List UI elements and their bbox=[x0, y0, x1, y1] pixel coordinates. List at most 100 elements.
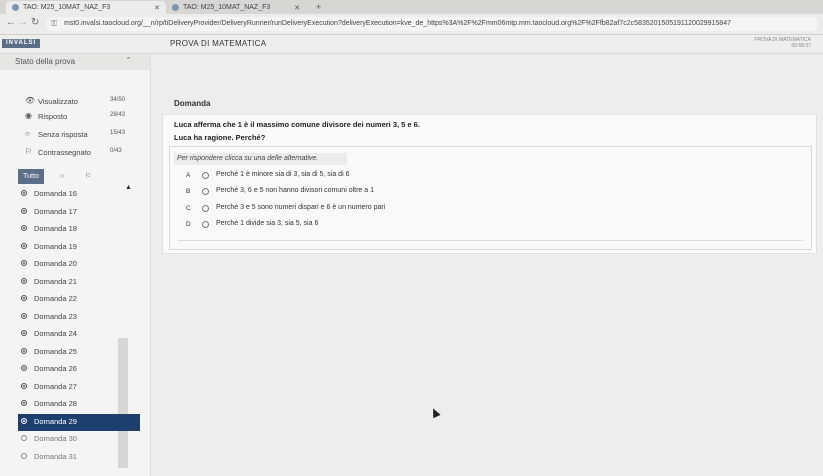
option-text: Perché 3, 6 e 5 non hanno divisori comun… bbox=[216, 187, 374, 194]
answered-icon bbox=[21, 242, 27, 249]
question-list-item[interactable]: Domanda 31 bbox=[18, 449, 140, 466]
question-list-label: Domanda 23 bbox=[34, 311, 77, 321]
test-status-header[interactable]: Stato della prova ⌃ bbox=[0, 54, 150, 70]
answered-icon: ◉ bbox=[25, 111, 32, 120]
option-letter: A bbox=[186, 172, 191, 179]
stat-value: 0/43 bbox=[110, 148, 122, 154]
browser-tab-active[interactable]: TAO: M25_10MAT_NAZ_F3 ✕ bbox=[6, 1, 166, 14]
new-tab-button[interactable]: + bbox=[316, 2, 321, 12]
option-b[interactable]: B Perché 3, 6 e 5 non hanno divisori com… bbox=[186, 185, 786, 199]
filter-unanswered-icon[interactable]: ○ bbox=[54, 169, 70, 184]
option-letter: D bbox=[186, 221, 191, 228]
option-text: Perché 1 divide sia 3, sia 5, sia 6 bbox=[216, 220, 319, 227]
flag-icon: ⚐ bbox=[25, 147, 33, 156]
answered-icon bbox=[21, 312, 27, 319]
divider bbox=[178, 240, 803, 241]
question-list-label: Domanda 28 bbox=[34, 399, 77, 408]
option-text: Perché 1 è minore sia di 3, sia di 5, si… bbox=[216, 171, 350, 178]
stat-viewed: 👁 Visualizzato 34/50 bbox=[0, 94, 150, 110]
option-radio[interactable] bbox=[202, 188, 209, 195]
stat-flagged: ⚐ Contrassegnato 0/43 bbox=[0, 145, 150, 161]
invalsi-logo: INVALSI bbox=[2, 39, 41, 48]
answered-icon bbox=[21, 417, 27, 424]
question-list-label: Domanda 24 bbox=[34, 329, 77, 338]
question-card: Luca afferma che 1 è il massimo comune d… bbox=[162, 114, 817, 254]
answered-icon bbox=[21, 365, 27, 371]
question-list-item[interactable]: Domanda 28 bbox=[18, 396, 140, 413]
question-list-item[interactable]: Domanda 26 bbox=[18, 361, 140, 378]
question-list-item[interactable]: Domanda 23 bbox=[18, 309, 140, 326]
answered-icon bbox=[21, 277, 27, 284]
option-radio[interactable] bbox=[202, 205, 209, 212]
question-list-item[interactable]: Domanda 18 bbox=[18, 221, 140, 238]
question-list-item[interactable]: Domanda 17 bbox=[18, 204, 140, 221]
question-list-item[interactable]: Domanda 27 bbox=[18, 379, 140, 396]
question-list-label: Domanda 20 bbox=[34, 259, 77, 268]
forward-arrow-icon[interactable]: → bbox=[18, 17, 28, 28]
option-radio[interactable] bbox=[202, 221, 209, 228]
question-list-item[interactable]: Domanda 20 bbox=[18, 256, 140, 273]
url-input[interactable]: ⚿ mst0.invalsi.taocloud.org/__n/rp/tiDel… bbox=[46, 17, 818, 31]
question-list-item[interactable]: Domanda 22 bbox=[18, 291, 140, 308]
question-list-label: Domanda 17 bbox=[34, 206, 77, 216]
instruction-text: Per rispondere clicca su una delle alter… bbox=[174, 153, 347, 165]
site-info-icon[interactable]: ⚿ bbox=[51, 17, 57, 31]
answered-icon bbox=[21, 190, 27, 196]
stat-label: Contrassegnato bbox=[38, 148, 91, 157]
stat-answered: ◉ Risposto 28/43 bbox=[0, 109, 150, 125]
option-d[interactable]: D Perché 1 divide sia 3, sia 5, sia 6 bbox=[186, 218, 786, 232]
page-title: PROVA DI MATEMATICA bbox=[170, 39, 267, 48]
timer: 00:58:37 bbox=[791, 43, 811, 49]
option-radio[interactable] bbox=[202, 172, 209, 179]
stat-value: 28/43 bbox=[110, 112, 126, 118]
question-list-label: Domanda 31 bbox=[34, 451, 77, 461]
question-list-item[interactable]: Domanda 21 bbox=[18, 274, 140, 291]
stat-label: Senza risposta bbox=[38, 130, 88, 139]
question-list-item[interactable]: Domanda 19 bbox=[18, 239, 140, 256]
filter-flagged-icon[interactable]: ⚐ bbox=[80, 169, 96, 184]
mouse-cursor-icon bbox=[429, 406, 441, 419]
question-text: Luca afferma che 1 è il massimo comune d… bbox=[174, 120, 420, 129]
question-list-label: Domanda 25 bbox=[34, 346, 77, 356]
back-arrow-icon[interactable]: ← bbox=[6, 17, 16, 28]
tab-title: TAO: M25_10MAT_NAZ_F3 bbox=[23, 4, 111, 11]
test-status-title: Stato della prova bbox=[15, 57, 76, 66]
question-list-label: Domanda 18 bbox=[34, 224, 77, 233]
close-tab-icon[interactable]: ✕ bbox=[294, 4, 300, 12]
reload-icon[interactable]: ↻ bbox=[31, 17, 39, 28]
browser-tab[interactable]: TAO: M25_10MAT_NAZ_F3 ✕ bbox=[166, 1, 306, 14]
option-letter: B bbox=[186, 188, 191, 195]
answered-icon bbox=[21, 400, 27, 406]
question-subtext: Luca ha ragione. Perché? bbox=[174, 133, 266, 142]
tab-favicon-icon bbox=[172, 4, 179, 11]
url-text: mst0.invalsi.taocloud.org/__n/rp/tiDeliv… bbox=[64, 20, 731, 27]
address-bar-row: ← → ↻ ⚿ mst0.invalsi.taocloud.org/__n/rp… bbox=[0, 14, 823, 35]
question-list-item[interactable]: Domanda 30 bbox=[18, 431, 140, 448]
question-list-item[interactable]: Domanda 16 bbox=[18, 186, 140, 203]
question-list-label: Domanda 27 bbox=[34, 381, 77, 391]
unanswered-icon bbox=[21, 452, 27, 459]
filter-tabs: Tutto ○ ⚐ bbox=[0, 169, 150, 185]
app-header: INVALSI PROVA DI MATEMATICA PROVA DI MAT… bbox=[0, 35, 823, 54]
question-list-label: Domanda 26 bbox=[34, 364, 77, 373]
filter-all-tab[interactable]: Tutto bbox=[18, 169, 44, 184]
question-list-item[interactable]: Domanda 24 bbox=[18, 326, 140, 343]
unanswered-icon: ○ bbox=[25, 129, 30, 138]
stat-unanswered: ○ Senza risposta 15/43 bbox=[0, 127, 150, 143]
question-list-item[interactable]: Domanda 25 bbox=[18, 344, 140, 361]
question-list-label: Domanda 21 bbox=[34, 276, 77, 286]
tab-favicon-icon bbox=[12, 4, 19, 11]
option-letter: C bbox=[186, 205, 191, 212]
main-content: Domanda Luca afferma che 1 è il massimo … bbox=[162, 86, 817, 261]
question-list-label: Domanda 22 bbox=[34, 294, 77, 303]
question-list-label: Domanda 16 bbox=[34, 189, 77, 198]
answered-icon bbox=[21, 225, 27, 231]
collapse-icon[interactable]: ⌃ bbox=[125, 56, 132, 65]
option-c[interactable]: C Perché 3 e 5 sono numeri dispari e 6 è… bbox=[186, 202, 786, 216]
answered-icon bbox=[21, 382, 27, 389]
answered-icon bbox=[21, 347, 27, 354]
question-list-item[interactable]: Domanda 29 bbox=[18, 413, 140, 431]
question-list-label: Domanda 29 bbox=[34, 416, 77, 426]
close-tab-icon[interactable]: ✕ bbox=[154, 4, 160, 12]
option-a[interactable]: A Perché 1 è minore sia di 3, sia di 5, … bbox=[186, 169, 786, 183]
